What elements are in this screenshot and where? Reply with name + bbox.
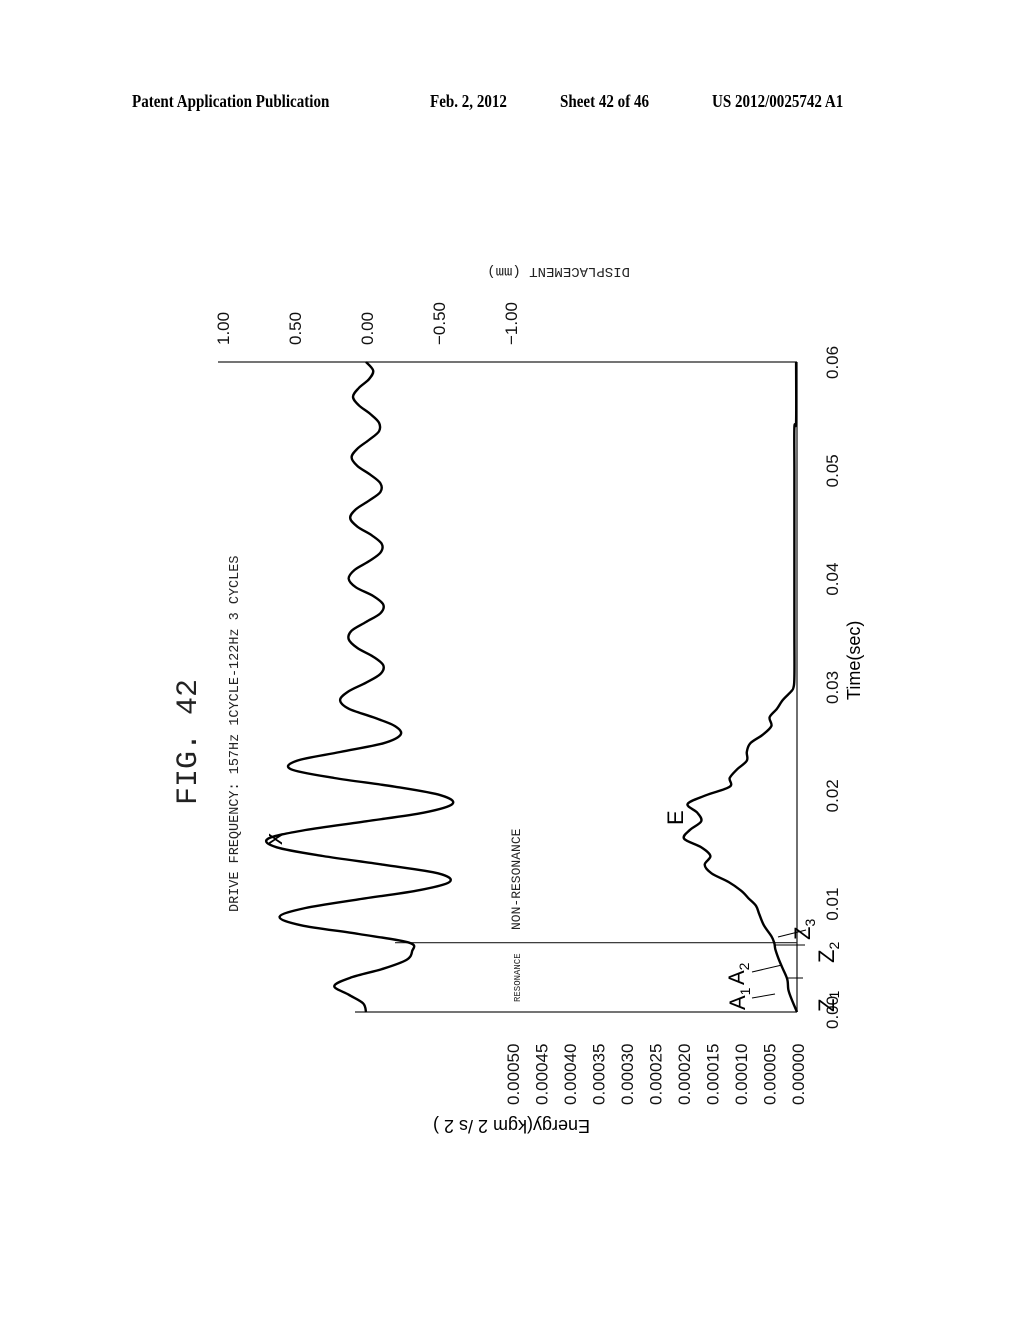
displacement-tick-label: 0.00 bbox=[358, 312, 377, 345]
time-tick-label: 0.05 bbox=[823, 454, 842, 487]
displacement-tick-label: −0.50 bbox=[430, 302, 449, 345]
annotation-a1-subscript: 1 bbox=[737, 987, 753, 995]
resonance-label: RESONANCE bbox=[513, 953, 523, 1002]
leader-line-a1 bbox=[751, 993, 776, 999]
time-tick-label: 0.04 bbox=[823, 563, 842, 596]
energy-tick-label: 0.00020 bbox=[675, 1044, 694, 1105]
energy-tick-label: 0.00045 bbox=[533, 1044, 552, 1105]
labels-layer: FIG. 42 DRIVE FREQUENCY: 157Hz 1CYCLE-12… bbox=[172, 263, 864, 1136]
series-line-x bbox=[264, 361, 455, 1013]
energy-axis-label: Energy(kgm 2 /s 2 ) bbox=[433, 1116, 590, 1136]
time-tick-label: 0.06 bbox=[823, 346, 842, 379]
annotation-z3-subscript: 3 bbox=[802, 919, 818, 927]
displacement-tick-label: 0.50 bbox=[286, 312, 305, 345]
displacement-axis-label: DISPLACEMENT (mm) bbox=[487, 263, 630, 279]
energy-tick-label: 0.00040 bbox=[561, 1044, 580, 1105]
annotation-z1-subscript: 1 bbox=[826, 991, 842, 999]
energy-tick-label: 0.00050 bbox=[504, 1044, 523, 1105]
energy-tick-label: 0.00035 bbox=[590, 1044, 609, 1105]
series-line-e bbox=[682, 361, 799, 1013]
time-tick-label: 0.03 bbox=[823, 671, 842, 704]
annotation-e: E bbox=[663, 810, 688, 825]
energy-tick-label: 0.00010 bbox=[732, 1044, 751, 1105]
displacement-tick-label: 1.00 bbox=[214, 312, 233, 345]
annotation-x: x bbox=[261, 833, 288, 845]
annotation-a2: A2 bbox=[724, 962, 752, 985]
annotation-z3: Z3 bbox=[790, 919, 818, 940]
energy-tick-label: 0.00000 bbox=[789, 1044, 808, 1105]
annotation-z2: Z2 bbox=[814, 942, 842, 963]
chart: 0.00 0.01 0.02 0.03 0.04 0.05 0.06 1.00 0.50 0.00… bbox=[172, 263, 864, 1136]
annotation-z2-subscript: 2 bbox=[826, 942, 842, 950]
energy-tick-label: 0.00025 bbox=[647, 1044, 666, 1105]
annotation-z1: Z1 bbox=[814, 991, 842, 1012]
annotation-a1: A1 bbox=[725, 987, 753, 1010]
leader-line-a2 bbox=[751, 964, 783, 973]
energy-tick-label: 0.00030 bbox=[618, 1044, 637, 1105]
x-axis-label: Time(sec) bbox=[844, 621, 864, 700]
annotation-a2-subscript: 2 bbox=[736, 962, 752, 970]
non-resonance-label: NON-RESONANCE bbox=[509, 828, 524, 930]
time-tick-label: 0.01 bbox=[823, 888, 842, 921]
energy-tick-label: 0.00005 bbox=[761, 1044, 780, 1105]
series-layer bbox=[264, 361, 799, 1013]
chart-frame bbox=[218, 361, 798, 1013]
figure-title: FIG. 42 bbox=[172, 679, 206, 805]
displacement-tick-label: −1.00 bbox=[502, 302, 521, 345]
figure-subtitle: DRIVE FREQUENCY: 157Hz 1CYCLE-122Hz 3 CY… bbox=[228, 556, 243, 912]
time-tick-label: 0.02 bbox=[823, 779, 842, 812]
energy-tick-label: 0.00015 bbox=[704, 1044, 723, 1105]
